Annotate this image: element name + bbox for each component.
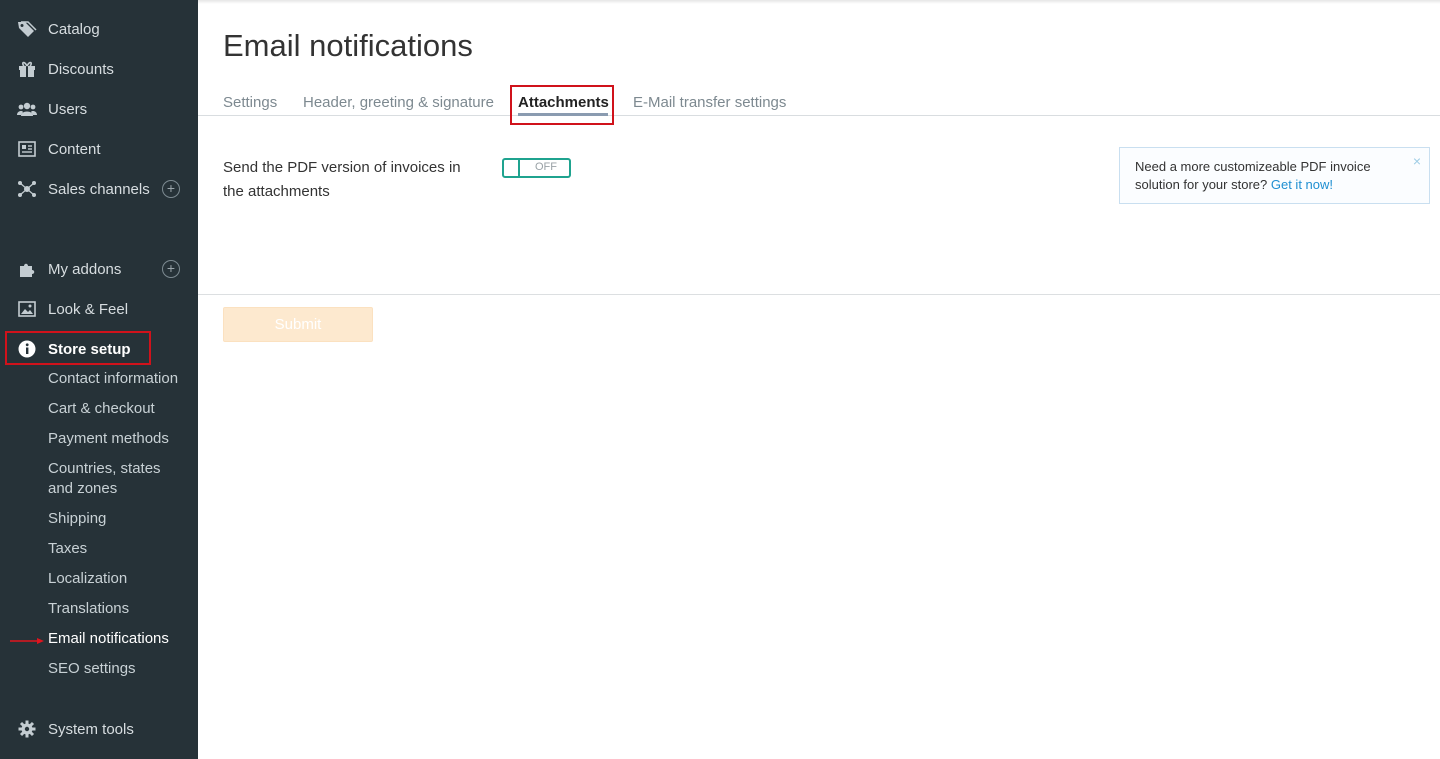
- users-icon: [17, 99, 37, 119]
- store-setup-highlight: [5, 331, 151, 365]
- sidebar-item-look-and-feel[interactable]: Look & Feel: [0, 294, 198, 324]
- toggle-state-label: OFF: [535, 161, 557, 173]
- newspaper-icon: [17, 139, 37, 159]
- add-addon-button[interactable]: +: [162, 260, 180, 278]
- subnav-contact-information[interactable]: Contact information: [48, 369, 178, 389]
- tab-header-greeting-signature[interactable]: Header, greeting & signature: [303, 94, 494, 111]
- add-sales-channel-button[interactable]: +: [162, 180, 180, 198]
- promo-text: Need a more customizeable PDF invoice so…: [1135, 159, 1371, 192]
- attachments-tab-highlight: [510, 85, 614, 125]
- subnav-taxes[interactable]: Taxes: [48, 539, 87, 559]
- sidebar-item-label: Catalog: [48, 20, 100, 38]
- page-title: Email notifications: [223, 28, 473, 63]
- puzzle-icon: [17, 259, 37, 279]
- sidebar-item-label: Users: [48, 100, 88, 118]
- tab-email-transfer-settings[interactable]: E-Mail transfer settings: [633, 94, 786, 111]
- tag-icon: [17, 19, 37, 39]
- sidebar-item-content[interactable]: Content: [0, 134, 198, 164]
- sidebar-item-label: My addons: [48, 260, 122, 278]
- tab-settings[interactable]: Settings: [223, 94, 277, 111]
- subnav-payment-methods[interactable]: Payment methods: [48, 429, 169, 449]
- sidebar-item-users[interactable]: Users: [0, 94, 198, 124]
- subnav-cart-checkout[interactable]: Cart & checkout: [48, 399, 155, 419]
- network-icon: [17, 179, 37, 199]
- sidebar-item-label: Content: [48, 140, 101, 158]
- subnav-translations[interactable]: Translations: [48, 599, 129, 619]
- subnav-localization[interactable]: Localization: [48, 569, 127, 589]
- sidebar-item-my-addons[interactable]: My addons +: [0, 254, 198, 284]
- top-shadow: [198, 0, 1440, 4]
- subnav-countries-states-zones[interactable]: Countries, states and zones: [48, 459, 188, 499]
- arrow-right-icon: [10, 638, 44, 644]
- toggle-knob: [518, 160, 520, 176]
- sidebar-item-discounts[interactable]: Discounts: [0, 54, 198, 84]
- sidebar-item-label: Discounts: [48, 60, 114, 78]
- image-icon: [17, 299, 37, 319]
- subnav-email-notifications[interactable]: Email notifications: [48, 629, 169, 649]
- promo-notice: Need a more customizeable PDF invoice so…: [1119, 147, 1430, 204]
- sidebar: Catalog Discounts Users Content Sales ch…: [0, 0, 198, 759]
- gift-icon: [17, 59, 37, 79]
- submit-button[interactable]: Submit: [223, 307, 373, 342]
- subnav-seo-settings[interactable]: SEO settings: [48, 659, 136, 679]
- pdf-attachment-toggle[interactable]: OFF: [502, 158, 571, 178]
- sidebar-item-system-tools[interactable]: System tools: [0, 714, 198, 744]
- form-divider: [198, 294, 1440, 295]
- sidebar-item-sales-channels[interactable]: Sales channels +: [0, 174, 198, 204]
- sidebar-item-label: System tools: [48, 720, 134, 738]
- gear-icon: [17, 719, 37, 739]
- close-icon[interactable]: ×: [1413, 152, 1421, 170]
- sidebar-item-label: Look & Feel: [48, 300, 129, 318]
- get-it-now-link[interactable]: Get it now!: [1271, 177, 1333, 192]
- subnav-shipping[interactable]: Shipping: [48, 509, 106, 529]
- pdf-attachment-setting-label: Send the PDF version of invoices in the …: [223, 159, 461, 200]
- sidebar-item-catalog[interactable]: Catalog: [0, 14, 198, 44]
- sidebar-item-label: Sales channels: [48, 180, 150, 198]
